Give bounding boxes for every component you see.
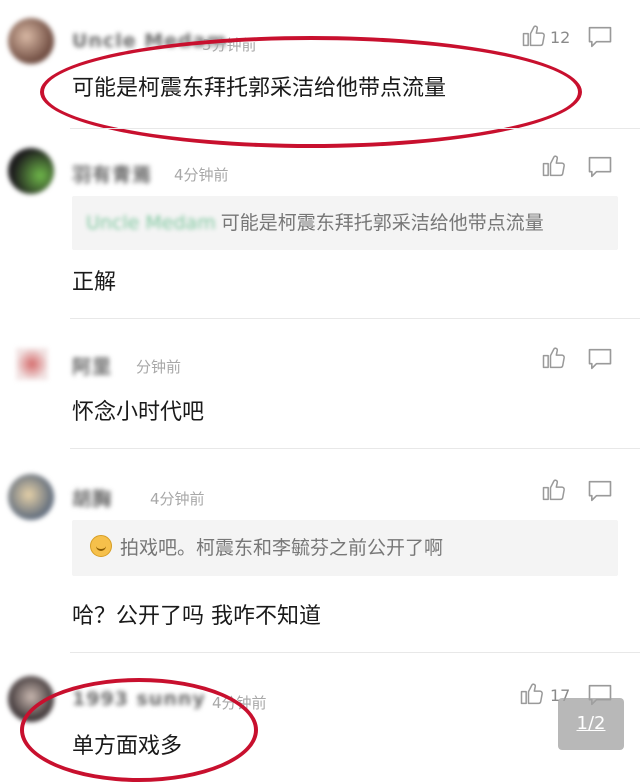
comment-username[interactable]: 1993 sunny xyxy=(72,688,206,710)
reply-bubble-icon[interactable] xyxy=(586,24,614,50)
avatar[interactable] xyxy=(16,348,48,380)
comment-time: 4分钟前 xyxy=(212,694,267,712)
divider xyxy=(70,448,640,449)
comment-username[interactable]: 羽有青焉 xyxy=(72,160,152,187)
divider xyxy=(70,652,640,653)
divider xyxy=(70,318,640,319)
thumbs-up-icon[interactable] xyxy=(520,22,548,50)
like-count: 12 xyxy=(550,28,571,47)
quoted-reply[interactable]: Uncle Medam 可能是柯震东拜托郭采洁给他带点流量 xyxy=(72,196,618,250)
quoted-text: 可能是柯震东拜托郭采洁给他带点流量 xyxy=(220,212,544,234)
quoted-username[interactable]: Uncle Medam xyxy=(86,212,216,234)
quoted-text: 拍戏吧。柯震东和李毓芬之前公开了啊 xyxy=(120,537,444,559)
comment-text: 正解 xyxy=(72,270,117,295)
avatar[interactable] xyxy=(8,18,54,64)
comment-time: 4分钟前 xyxy=(150,490,205,508)
comment-text: 单方面戏多 xyxy=(72,734,183,759)
quoted-reply[interactable]: 拍戏吧。柯震东和李毓芬之前公开了啊 xyxy=(72,520,618,576)
thumbs-up-icon[interactable] xyxy=(540,476,568,504)
thumbs-up-icon[interactable] xyxy=(540,152,568,180)
page-indicator-button[interactable]: 1/2 xyxy=(558,698,624,750)
smiley-emoji-icon xyxy=(90,535,112,557)
comment-time: 5分钟前 xyxy=(202,36,257,54)
comment-text: 怀念小时代吧 xyxy=(72,400,205,425)
reply-bubble-icon[interactable] xyxy=(586,346,614,372)
avatar[interactable] xyxy=(8,676,54,722)
thumbs-up-icon[interactable] xyxy=(518,680,546,708)
comment-username[interactable]: 胡胸 xyxy=(72,484,112,511)
avatar[interactable] xyxy=(8,148,54,194)
comment-text: 可能是柯震东拜托郭采洁给他带点流量 xyxy=(72,76,447,101)
reply-bubble-icon[interactable] xyxy=(586,478,614,504)
comment-time: 4分钟前 xyxy=(174,166,229,184)
avatar[interactable] xyxy=(8,474,54,520)
comment-time: 分钟前 xyxy=(136,358,182,376)
comment-text: 哈？公开了吗 我咋不知道 xyxy=(72,604,321,629)
divider xyxy=(70,128,640,129)
reply-bubble-icon[interactable] xyxy=(586,154,614,180)
comment-username[interactable]: 阿里 xyxy=(72,352,112,379)
thumbs-up-icon[interactable] xyxy=(540,344,568,372)
